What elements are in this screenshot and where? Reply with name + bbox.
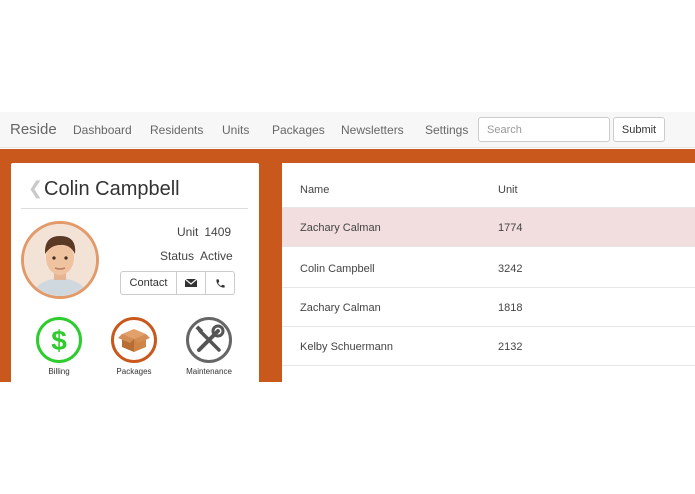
status-value: Active bbox=[200, 249, 233, 263]
maintenance-label: Maintenance bbox=[186, 367, 232, 376]
resident-name: Colin Campbell bbox=[44, 178, 180, 200]
unit-value: 1409 bbox=[204, 225, 232, 239]
row-name: Kelby Schuermann bbox=[300, 341, 393, 353]
table-row[interactable]: Kelby Schuermann 2132 bbox=[282, 327, 695, 366]
contact-button-group: Contact bbox=[120, 271, 235, 295]
status-field: Status Active bbox=[160, 249, 233, 263]
status-label: Status bbox=[160, 249, 195, 263]
top-navbar: Reside Dashboard Residents Units Package… bbox=[0, 112, 695, 148]
unit-field: Unit 1409 bbox=[177, 225, 231, 239]
resident-profile-card: ❮ Colin Campbell Unit 1409 Status Active C… bbox=[11, 163, 259, 382]
column-header-unit[interactable]: Unit bbox=[498, 184, 518, 196]
brand-logo[interactable]: Reside bbox=[10, 121, 57, 138]
phone-icon bbox=[215, 278, 225, 288]
row-unit: 1818 bbox=[498, 302, 523, 314]
nav-link-units[interactable]: Units bbox=[222, 123, 249, 137]
dollar-icon: $ bbox=[36, 317, 82, 363]
submit-button[interactable]: Submit bbox=[613, 117, 665, 142]
contact-button[interactable]: Contact bbox=[120, 271, 177, 295]
row-name: Zachary Calman bbox=[300, 222, 381, 234]
table-row[interactable]: Colin Campbell 3242 bbox=[282, 249, 695, 288]
nav-link-settings[interactable]: Settings bbox=[425, 123, 468, 137]
row-name: Zachary Calman bbox=[300, 302, 381, 314]
phone-button[interactable] bbox=[206, 271, 235, 295]
row-unit: 2132 bbox=[498, 341, 523, 353]
nav-link-residents[interactable]: Residents bbox=[150, 123, 203, 137]
tools-icon bbox=[186, 317, 232, 363]
column-header-name[interactable]: Name bbox=[300, 184, 329, 196]
email-button[interactable] bbox=[177, 271, 206, 295]
unit-label: Unit bbox=[177, 225, 199, 239]
table-row[interactable]: Zachary Calman 1774 bbox=[282, 208, 695, 247]
package-box-icon bbox=[111, 317, 157, 363]
row-unit: 1774 bbox=[498, 222, 523, 234]
row-unit: 3242 bbox=[498, 263, 523, 275]
billing-label: Billing bbox=[48, 367, 70, 376]
nav-link-newsletters[interactable]: Newsletters bbox=[341, 123, 404, 137]
maintenance-tile[interactable]: Maintenance bbox=[179, 317, 239, 376]
nav-link-dashboard[interactable]: Dashboard bbox=[73, 123, 132, 137]
svg-text:$: $ bbox=[51, 325, 67, 356]
search-input[interactable] bbox=[478, 117, 610, 142]
divider bbox=[21, 208, 248, 209]
packages-label: Packages bbox=[116, 367, 152, 376]
nav-link-packages[interactable]: Packages bbox=[272, 123, 325, 137]
avatar bbox=[21, 221, 99, 299]
packages-tile[interactable]: Packages bbox=[104, 317, 164, 376]
row-name: Colin Campbell bbox=[300, 263, 375, 275]
residents-table: Name Unit Zachary Calman 1774 Colin Camp… bbox=[282, 163, 695, 382]
mail-icon bbox=[185, 278, 197, 287]
chevron-left-icon[interactable]: ❮ bbox=[28, 178, 43, 199]
billing-tile[interactable]: $ Billing bbox=[29, 317, 89, 376]
table-row[interactable]: Zachary Calman 1818 bbox=[282, 288, 695, 327]
